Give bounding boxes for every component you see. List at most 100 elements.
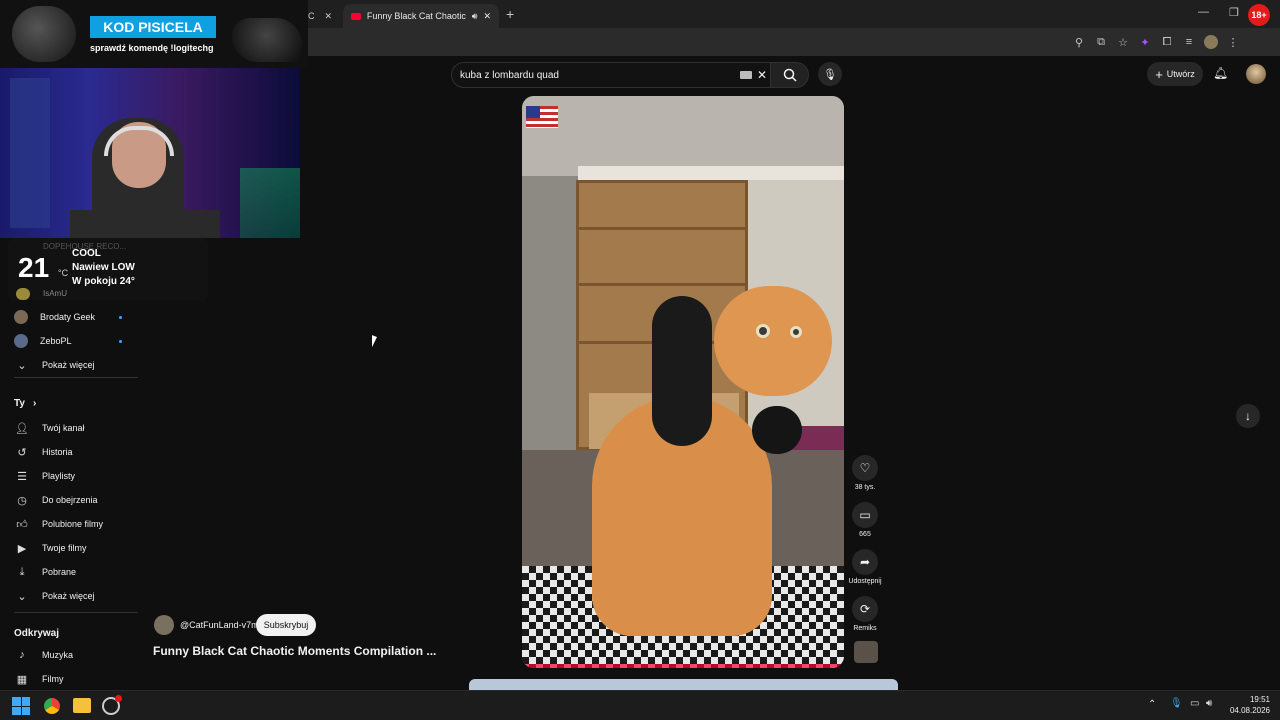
close-icon[interactable]: ✕ (324, 11, 332, 22)
sidebar-sub-zebopl[interactable]: ZeboPL (14, 329, 138, 353)
remix-action[interactable]: ⟳ Remiks (850, 596, 880, 632)
subscribe-button[interactable]: Subskrybuj (256, 614, 316, 636)
install-app-icon[interactable]: ⧉ (1092, 33, 1110, 51)
restore-icon[interactable]: ❐ (1229, 6, 1239, 19)
volume-icon[interactable]: 🔊︎ (1206, 698, 1212, 709)
notifications-bell-icon[interactable]: 🔔︎ (1213, 66, 1228, 80)
short-video-player[interactable] (522, 96, 844, 668)
zoom-icon[interactable]: ⚲ (1070, 33, 1088, 51)
age-rating-badge: 18+ (1248, 4, 1270, 26)
extension-icon[interactable]: ✦ (1136, 33, 1154, 51)
share-action[interactable]: ➦ Udostępnij (846, 549, 884, 585)
like-action[interactable]: ♡ 38 tys. (852, 455, 878, 491)
windows-start-icon[interactable] (12, 697, 30, 715)
close-icon[interactable]: ✕ (483, 11, 491, 22)
section-discover: Odkrywaj (14, 628, 60, 639)
sidebar-item-history[interactable]: ↺ Historia (14, 440, 138, 464)
file-explorer-icon[interactable] (73, 698, 91, 713)
avatar (16, 288, 30, 300)
keyboard-icon[interactable] (740, 71, 752, 79)
arrow-down-icon: ↓ (1245, 409, 1251, 423)
new-tab-button[interactable]: + (506, 6, 514, 22)
orange-cat-head (714, 286, 832, 396)
search-button[interactable] (771, 62, 809, 88)
sidebar-item-downloads[interactable]: ⤓ Pobrane (14, 560, 138, 584)
next-short-preview[interactable] (469, 679, 898, 690)
divider (14, 612, 138, 613)
sidebar-item-label: Polubione filmy (42, 519, 104, 529)
search-input[interactable]: kuba z lombardu quad ✕ (451, 62, 771, 88)
display-icon[interactable]: ▭ (1190, 698, 1199, 709)
heart-icon[interactable]: ♡ (852, 455, 878, 481)
share-label: Udostępnij (848, 578, 882, 585)
banner-title: KOD PISICELA (90, 16, 216, 38)
person-icon: 👤︎ (15, 422, 29, 435)
sidebar-item-music[interactable]: ♪ Muzyka (14, 643, 138, 667)
sidebar-item-label: Twoje filmy (42, 543, 87, 553)
sidebar-item-watch-later[interactable]: ◷ Do obejrzenia (14, 488, 138, 512)
weather-line-1: COOL (72, 248, 101, 259)
download-icon: ⤓ (19, 565, 25, 578)
headset-image (12, 6, 76, 62)
short-title[interactable]: Funny Black Cat Chaotic Moments Compilat… (153, 644, 436, 658)
sidebar-item-label: Twój kanał (42, 423, 85, 433)
weather-overlay: DOPEHOUSE RECO... 21 °C COOL Nawiew LOW … (8, 238, 208, 300)
channel-avatar[interactable] (154, 615, 174, 635)
media-queue-icon[interactable]: ≡ (1180, 33, 1198, 51)
remix-icon[interactable]: ⟳ (852, 596, 878, 622)
app-icon[interactable] (102, 695, 122, 715)
create-button[interactable]: + Utwórz (1147, 62, 1203, 86)
puzzle-icon[interactable]: ⧠ (1158, 33, 1176, 51)
voice-search-button[interactable]: 🎙︎ (818, 62, 842, 86)
channel-name[interactable]: @CatFunLand-v7m (180, 620, 259, 630)
bookmark-star-icon[interactable]: ☆ (1114, 33, 1132, 51)
sidebar-item-films[interactable]: ▦ Filmy (14, 667, 138, 691)
weather-line-2: Nawiew LOW (72, 262, 135, 273)
section-you[interactable]: Ty › (14, 398, 36, 409)
profile-avatar[interactable] (1202, 33, 1220, 51)
sidebar-item-label: Do obejrzenia (42, 495, 98, 505)
sidebar-item-your-videos[interactable]: ▶ Twoje filmy (14, 536, 138, 560)
chevron-down-icon: ⌄ (17, 590, 27, 603)
sidebar-item-playlists[interactable]: ☰ Playlisty (14, 464, 138, 488)
search-icon (783, 68, 797, 82)
account-avatar[interactable] (1246, 64, 1266, 84)
black-cat (652, 296, 712, 446)
chrome-icon[interactable] (42, 696, 62, 716)
comments-action[interactable]: ▭ 665 (852, 502, 878, 538)
progress-bar[interactable] (522, 664, 844, 668)
new-content-dot (119, 315, 122, 319)
clock-date[interactable]: 04.08.2026 (1218, 706, 1270, 715)
more-menu-icon[interactable]: ⋮ (1224, 33, 1242, 51)
share-icon[interactable]: ➦ (852, 549, 878, 575)
sidebar-item-label: Muzyka (42, 650, 74, 660)
avatar (14, 334, 28, 348)
sidebar-item-liked[interactable]: 👍︎ Polubione filmy (14, 512, 138, 536)
microphone-icon: 🎙︎ (823, 68, 837, 81)
webcam-overlay (0, 68, 300, 238)
sidebar-sub-brodaty-geek[interactable]: Brodaty Geek (14, 305, 138, 329)
sidebar-item-label: Brodaty Geek (40, 312, 96, 322)
os-taskbar: ⌃ 🎙︎ ▭ 🔊︎ 19:51 04.08.2026 (0, 690, 1280, 720)
clear-search-icon[interactable]: ✕ (757, 68, 767, 82)
divider (14, 377, 138, 378)
us-flag-icon (526, 106, 558, 128)
browser-tab-active[interactable]: Funny Black Cat Chaotic M 🔊︎ ✕ (343, 4, 499, 28)
chevron-up-icon[interactable]: ⌃ (1148, 699, 1156, 710)
clock-icon: ◷ (17, 494, 27, 507)
clock-time[interactable]: 19:51 (1226, 695, 1270, 704)
mouse-image (232, 18, 302, 62)
sidebar-item-label: Pokaż więcej (42, 591, 95, 601)
audio-track-thumbnail[interactable] (854, 641, 878, 663)
next-video-button[interactable]: ↓ (1236, 404, 1260, 428)
speaker-icon[interactable]: 🔊︎ (472, 11, 478, 22)
search-query: kuba z lombardu quad (460, 69, 559, 81)
playlist-icon: ☰ (17, 470, 27, 483)
microphone-icon[interactable]: 🎙︎ (1170, 698, 1183, 709)
minimize-icon[interactable]: — (1198, 6, 1209, 18)
sidebar-show-more-subs[interactable]: ⌄ Pokaż więcej (14, 353, 138, 377)
like-count: 38 tys. (854, 484, 876, 491)
sidebar-show-more-you[interactable]: ⌄ Pokaż więcej (14, 584, 138, 608)
comment-icon[interactable]: ▭ (852, 502, 878, 528)
sidebar-item-your-channel[interactable]: 👤︎ Twój kanał (14, 416, 138, 440)
